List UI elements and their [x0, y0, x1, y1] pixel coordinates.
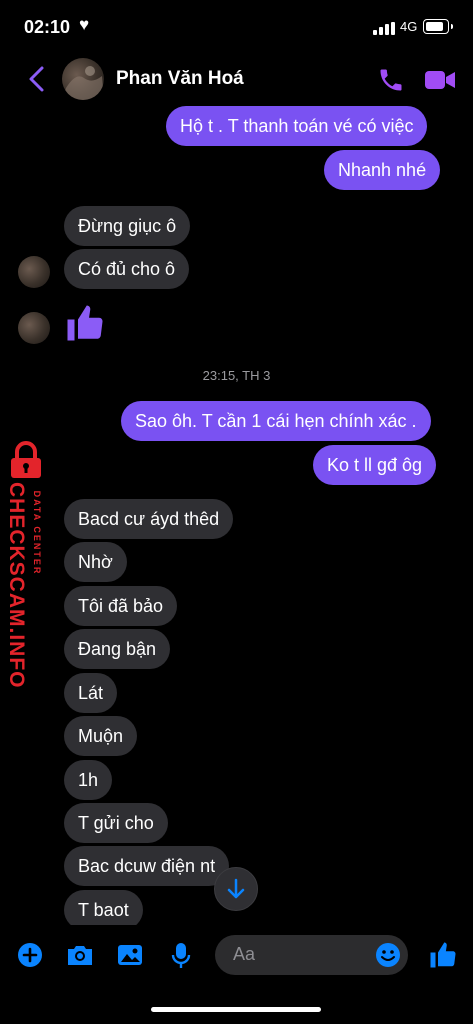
plus-icon[interactable] — [16, 940, 44, 970]
message-outgoing[interactable]: Nhanh nhé — [324, 150, 441, 190]
message-incoming[interactable]: Nhờ — [64, 542, 127, 582]
watermark-subtitle: DATA CENTER — [32, 490, 42, 576]
message-incoming[interactable]: T baot — [64, 890, 143, 930]
camera-icon[interactable] — [65, 940, 93, 970]
gallery-icon[interactable] — [116, 940, 144, 970]
scroll-to-bottom-button[interactable] — [214, 867, 258, 911]
message-incoming[interactable]: Đang bận — [64, 629, 171, 669]
like-button-icon[interactable] — [428, 940, 456, 970]
message-incoming[interactable]: Tôi đã bảo — [64, 586, 178, 626]
message-outgoing[interactable]: Sao ôh. T cần 1 cái hẹn chính xác . — [121, 401, 431, 441]
contact-name[interactable]: Phan Văn Hoá — [116, 68, 244, 90]
message-incoming[interactable]: Đừng giục ô — [64, 206, 191, 246]
message-input-placeholder: Aa — [233, 944, 256, 964]
emoji-icon[interactable] — [374, 941, 402, 969]
phone-icon[interactable] — [377, 66, 405, 94]
message-incoming[interactable]: Muộn — [64, 716, 138, 756]
contact-avatar[interactable] — [62, 58, 104, 100]
message-timestamp: 23:15, TH 3 — [202, 368, 271, 383]
heart-icon: ♥ — [79, 15, 90, 34]
watermark-brand: CHECKSCAM.INFO — [5, 482, 28, 689]
video-camera-icon[interactable] — [424, 67, 456, 93]
battery-icon — [423, 19, 453, 34]
message-outgoing[interactable]: Ko t ll gđ ôg — [313, 445, 437, 485]
message-incoming[interactable]: Bac dcuw điện nt — [64, 846, 230, 886]
microphone-icon[interactable] — [167, 940, 195, 970]
home-indicator — [151, 1007, 321, 1012]
message-incoming[interactable]: Lát — [64, 673, 118, 713]
back-chevron-icon[interactable] — [25, 64, 51, 94]
message-incoming[interactable]: Bacd cư áyd thêd — [64, 499, 234, 539]
sender-avatar — [18, 256, 50, 288]
thumbs-up-icon[interactable] — [64, 302, 106, 344]
network-type: 4G — [400, 19, 418, 34]
message-incoming[interactable]: 1h — [64, 760, 113, 800]
sender-avatar — [18, 312, 50, 344]
lock-icon — [6, 440, 46, 480]
status-time: 02:10 — [24, 17, 71, 37]
message-incoming[interactable]: Có đủ cho ô — [64, 249, 190, 289]
message-outgoing[interactable]: Hộ t . T thanh toán vé có việc — [166, 106, 428, 146]
signal-icon — [373, 22, 395, 35]
message-incoming[interactable]: T gửi cho — [64, 803, 168, 843]
